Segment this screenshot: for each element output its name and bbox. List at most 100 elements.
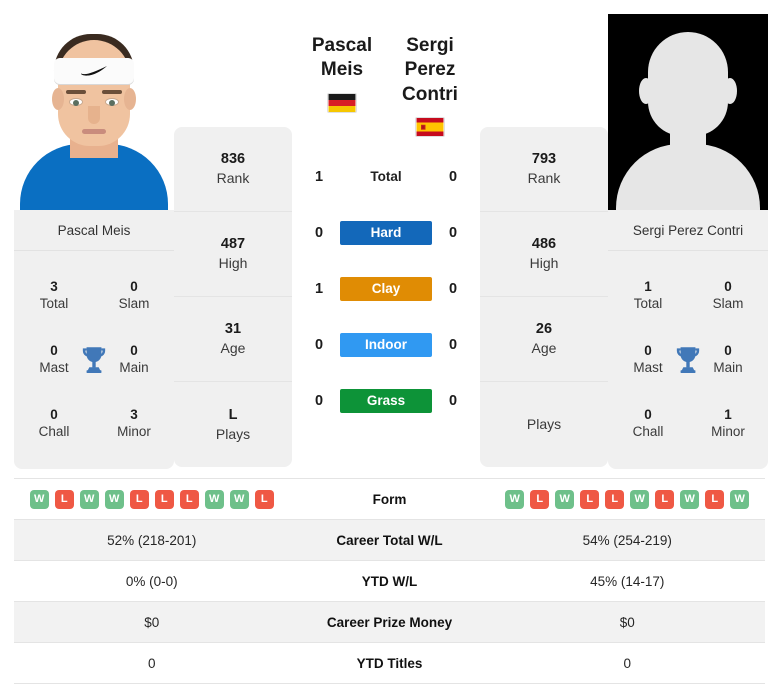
surface-badge-grass[interactable]: Grass xyxy=(340,388,432,413)
surface-badge-indoor[interactable]: Indoor xyxy=(340,332,432,357)
stat-cell-rank: 836 Rank xyxy=(174,127,292,212)
table-row-form: WLWWLLLWWL Form WLWLLWLWLW xyxy=(14,479,765,520)
stat-label: Rank xyxy=(216,170,250,187)
title-value: 0 xyxy=(644,406,652,422)
left-player-titles-grid: 3 Total 0 Slam 0 Mast 0 Main 0 Chall 3 M… xyxy=(14,251,174,469)
h2h-row-total: 1 Total 0 xyxy=(298,149,474,205)
form-badge-win[interactable]: W xyxy=(229,489,249,509)
titles-row: 0 Chall 3 Minor xyxy=(14,391,174,455)
h2h-row-clay: 1 Clay 0 xyxy=(298,261,474,317)
right-player-titles-grid: 1 Total 0 Slam 0 Mast 0 Main 0 Chall 1 M… xyxy=(608,251,768,469)
form-badge-win[interactable]: W xyxy=(555,489,575,509)
h2h-left-count: 0 xyxy=(314,224,324,241)
title-value: 0 xyxy=(50,406,58,422)
stat-value: 487 xyxy=(220,236,246,253)
form-badge-win[interactable]: W xyxy=(79,489,99,509)
row-label: Form xyxy=(372,491,407,507)
flag-spain-icon xyxy=(415,116,445,137)
player-portrait-image xyxy=(14,14,174,210)
titles-row: 3 Total 0 Slam xyxy=(14,263,174,327)
form-badge-win[interactable]: W xyxy=(104,489,124,509)
h2h-row-indoor: 0 Indoor 0 xyxy=(298,317,474,373)
form-badge-loss[interactable]: L xyxy=(705,489,725,509)
right-form-cell: WLWLLWLWLW xyxy=(490,489,766,509)
h2h-right-count: 0 xyxy=(448,336,458,353)
form-badge-loss[interactable]: L xyxy=(530,489,550,509)
row-label: Career Prize Money xyxy=(326,614,453,630)
h2h-label-wrap: Total xyxy=(340,169,432,184)
form-badge-loss[interactable]: L xyxy=(580,489,600,509)
row-label: YTD W/L xyxy=(361,573,418,589)
title-label: Total xyxy=(39,296,69,311)
titles-row: 0 Chall 1 Minor xyxy=(608,391,768,455)
title-value: 3 xyxy=(130,406,138,422)
form-badge-loss[interactable]: L xyxy=(154,489,174,509)
title-cell-total: 1 Total xyxy=(608,278,688,313)
stat-value: 26 xyxy=(535,321,553,338)
title-label: Minor xyxy=(711,424,745,439)
form-badge-loss[interactable]: L xyxy=(605,489,625,509)
form-badge-loss[interactable]: L xyxy=(129,489,149,509)
stat-value: 836 xyxy=(220,151,246,168)
form-badge-win[interactable]: W xyxy=(630,489,650,509)
h2h-label-wrap: Hard xyxy=(340,220,432,245)
stat-label: Age xyxy=(220,340,246,357)
comparison-table: WLWWLLLWWL Form WLWLLWLWLW 52% (218-201)… xyxy=(14,478,765,684)
right-player-photo xyxy=(608,14,768,210)
title-label: Chall xyxy=(38,424,70,439)
title-cell-chall: 0 Chall xyxy=(14,406,94,441)
titles-row: 1 Total 0 Slam xyxy=(608,263,768,327)
form-badge-loss[interactable]: L xyxy=(254,489,274,509)
h2h-label-wrap: Clay xyxy=(340,276,432,301)
h2h-label-wrap: Grass xyxy=(340,388,432,413)
right-player-stat-card: 793 Rank 486 High 26 Age Plays xyxy=(480,127,608,467)
surface-badge-hard[interactable]: Hard xyxy=(340,220,432,245)
stat-value: 793 xyxy=(531,151,557,168)
player-silhouette-image xyxy=(608,14,768,210)
stat-cell-high: 486 High xyxy=(480,212,608,297)
h2h-right-count: 0 xyxy=(448,280,458,297)
surface-badge-clay[interactable]: Clay xyxy=(340,276,432,301)
left-player-stat-card: 836 Rank 487 High 31 Age L Plays xyxy=(174,127,292,467)
right-form-strip: WLWLLWLWLW xyxy=(505,489,750,509)
stat-value: 486 xyxy=(531,236,557,253)
h2h-label-wrap: Indoor xyxy=(340,332,432,357)
table-row-ytd-titles: 0 YTD Titles 0 xyxy=(14,643,765,684)
stat-cell-high: 487 High xyxy=(174,212,292,297)
form-badge-win[interactable]: W xyxy=(680,489,700,509)
h2h-right-count: 0 xyxy=(448,224,458,241)
title-cell-slam: 0 Slam xyxy=(94,278,174,313)
left-value: 0 xyxy=(147,655,156,671)
title-value: 1 xyxy=(724,406,732,422)
trophy-icon xyxy=(77,343,111,377)
right-value: 0 xyxy=(623,655,631,671)
title-label: Minor xyxy=(117,424,151,439)
flag-germany-icon xyxy=(327,92,357,113)
form-badge-loss[interactable]: L xyxy=(54,489,74,509)
title-label: Total xyxy=(633,296,663,311)
stat-cell-age: 26 Age xyxy=(480,297,608,382)
form-badge-win[interactable]: W xyxy=(204,489,224,509)
stat-label: Rank xyxy=(527,170,561,187)
left-value: 0% (0-0) xyxy=(125,573,178,589)
title-cell-total: 3 Total xyxy=(14,278,94,313)
row-label: YTD Titles xyxy=(356,655,423,671)
form-badge-win[interactable]: W xyxy=(730,489,750,509)
title-cell-slam: 0 Slam xyxy=(688,278,768,313)
h2h-left-count: 0 xyxy=(314,336,324,353)
h2h-label: Total xyxy=(370,169,402,185)
table-row-career-prize-money: $0 Career Prize Money $0 xyxy=(14,602,765,643)
right-value: 45% (14-17) xyxy=(590,573,665,589)
form-badge-loss[interactable]: L xyxy=(179,489,199,509)
left-player-photo xyxy=(14,14,174,210)
form-badge-loss[interactable]: L xyxy=(655,489,675,509)
left-form-strip: WLWWLLLWWL xyxy=(29,489,274,509)
right-player-photo-caption: Sergi Perez Contri xyxy=(608,210,768,251)
title-value: 1 xyxy=(644,278,652,294)
form-badge-win[interactable]: W xyxy=(505,489,525,509)
title-value: 0 xyxy=(724,278,732,294)
left-player-column: Pascal Meis 3 Total 0 Slam 0 Mast 0 Main… xyxy=(14,14,174,469)
left-player-name: Pascal Meis xyxy=(311,35,373,81)
row-label: Career Total W/L xyxy=(336,532,443,548)
form-badge-win[interactable]: W xyxy=(29,489,49,509)
